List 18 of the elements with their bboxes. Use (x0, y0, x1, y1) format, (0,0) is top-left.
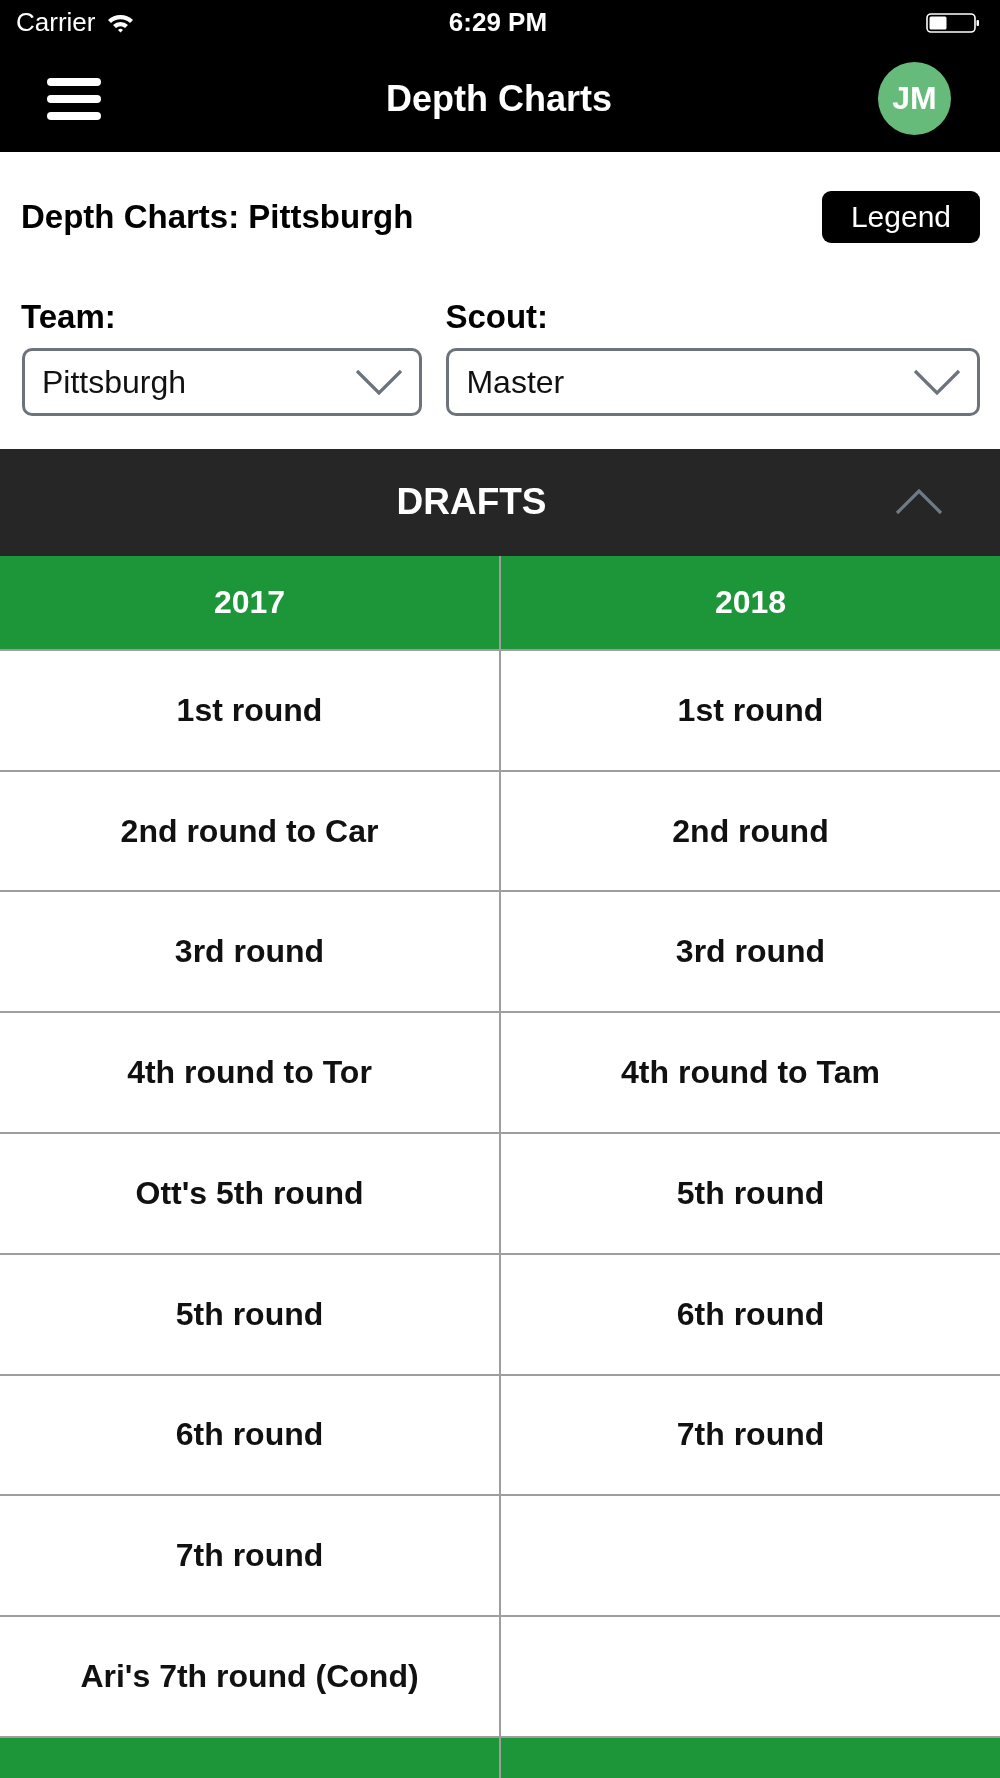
column-header: 2018 (501, 555, 1000, 651)
section-header[interactable]: DRAFTS (0, 449, 1000, 556)
wifi-icon (107, 12, 135, 33)
clock-time: 6:29 PM (448, 7, 548, 39)
nav-title: Depth Charts (386, 77, 612, 120)
chevron-down-icon (913, 369, 961, 396)
legend-button[interactable]: Legend (822, 191, 980, 244)
chevron-down-icon (355, 369, 404, 396)
filter-label: Team: (21, 297, 117, 338)
dropdown-field[interactable]: Master (446, 348, 980, 417)
filter-label: Scout: (445, 297, 550, 338)
menu-icon[interactable] (47, 77, 101, 120)
carrier-name: Carrier (16, 7, 96, 39)
battery-icon (926, 12, 980, 33)
chevron-up-icon (895, 489, 943, 516)
column-header: 2017 (0, 555, 499, 651)
page-heading: Depth Charts: Pittsburgh (21, 198, 414, 237)
dropdown-field[interactable]: Pittsburgh (22, 348, 423, 417)
